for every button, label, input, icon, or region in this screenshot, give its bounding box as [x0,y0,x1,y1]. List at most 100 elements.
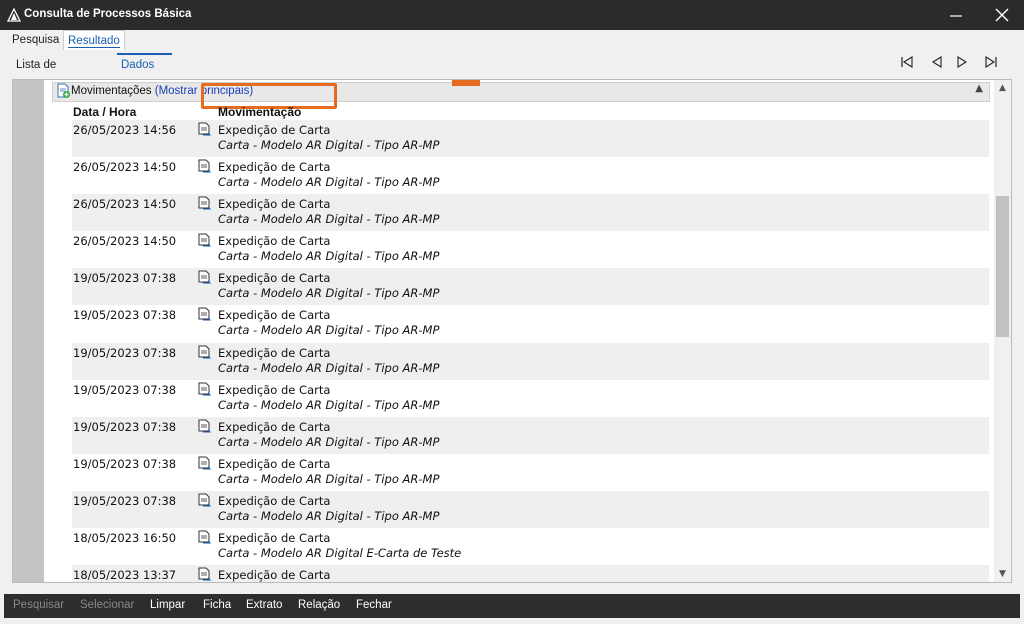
record-navigation [900,55,1010,71]
column-header-movement: Movimentação [218,105,302,119]
window-title: Consulta de Processos Básica [24,8,192,20]
movement-description: Carta - Modelo AR Digital - Tipo AR-MP [218,286,440,301]
movement-row[interactable]: 19/05/2023 07:38 Expedição de Carta Carta … [72,416,989,454]
movement-date: 19/05/2023 07:38 [73,345,177,360]
fechar-button[interactable]: Fechar [356,599,392,611]
movement-title: Expedição de Carta [218,382,331,397]
movement-description: Carta - Modelo AR Digital - Tipo AR-MP [218,434,440,449]
movement-description: Carta - Modelo AR Digital - Tipo AR-MP [218,212,440,227]
movement-row[interactable]: 19/05/2023 07:38 Expedição de Carta Carta … [72,454,989,491]
selecionar-button[interactable]: Selecionar [80,599,134,611]
movement-title: Expedição de Carta [218,493,331,508]
movement-description: Carta - Modelo AR Digital - Tipo AR-MP [218,323,440,338]
movement-title: Expedição de Carta [218,160,331,175]
movement-row[interactable]: 26/05/2023 14:50 Expedição de Carta Carta … [72,157,989,194]
movements-section-header: Movimentações (Mostrar principais) 1 ▲ [52,80,990,109]
document-add-icon [57,83,70,98]
movement-description: Carta - Modelo AR Digital - Tipo AR-MP [218,249,440,264]
document-icon[interactable] [197,530,211,544]
movements-label: Movimentações [71,85,152,97]
close-icon[interactable] [990,6,1014,26]
movement-title: Expedição de Carta [218,123,331,137]
movement-row[interactable]: 19/05/2023 07:38 Expedição de Carta Carta … [72,490,989,529]
document-icon[interactable] [197,233,211,247]
minimize-icon[interactable] [944,6,968,26]
movement-description: Carta - Modelo AR Digital - Tipo AR-MP [218,175,440,190]
movement-description: Carta - Modelo AR Digital - Tipo AR-MP [218,397,440,412]
tab-resultado-label: Resultado [68,35,120,48]
movement-title: Expedição de Carta [218,197,331,212]
movement-row[interactable]: 26/05/2023 14:56 Expedição de Carta Carta … [72,120,989,158]
movements-content: Movimentações (Mostrar principais) 1 ▲ D… [44,80,994,582]
movement-date: 26/05/2023 14:56 [73,123,177,137]
collapse-section-icon[interactable]: ▲ [975,83,983,94]
movement-title: Expedição de Carta [218,456,331,471]
pesquisar-button[interactable]: Pesquisar [13,599,64,611]
movement-date: 19/05/2023 07:38 [73,382,177,397]
callout-badge: 1 [452,80,480,86]
movement-description: Carta - Modelo AR Digital E-Carta de Tes… [218,546,462,561]
process-details-panel: Movimentações (Mostrar principais) 1 ▲ D… [12,79,1012,583]
tab-dados-do-processo[interactable]: Dados do processo [117,53,172,111]
movement-row[interactable]: 19/05/2023 07:38 Expedição de Carta Carta … [72,342,989,380]
app-logo-icon [7,8,21,22]
tab-pesquisa[interactable]: Pesquisa [8,30,63,49]
movement-row[interactable]: 26/05/2023 14:50 Expedição de Carta Carta … [72,194,989,232]
scroll-up-icon[interactable]: ▲ [997,83,1008,93]
relacao-button[interactable]: Relação [298,599,340,611]
last-record-icon[interactable] [984,55,998,69]
document-icon[interactable] [197,345,211,359]
movement-date: 18/05/2023 16:50 [73,531,177,546]
document-icon[interactable] [197,382,211,396]
movement-row[interactable]: 18/05/2023 13:37 Expedição de Carta [72,565,989,582]
movement-date: 19/05/2023 07:38 [73,419,177,434]
scrollbar-thumb[interactable] [996,196,1009,337]
movement-title: Expedição de Carta [218,234,331,249]
movement-row[interactable]: 18/05/2023 16:50 Expedição de Carta Carta … [72,528,989,565]
document-icon[interactable] [197,159,211,173]
movement-date: 19/05/2023 07:38 [73,456,177,471]
movement-date: 19/05/2023 07:38 [73,493,177,508]
scroll-down-icon[interactable]: ▼ [997,569,1008,579]
movement-title: Expedição de Carta [218,419,331,434]
first-record-icon[interactable] [900,55,914,69]
movement-description: Carta - Modelo AR Digital - Tipo AR-MP [218,508,440,523]
previous-record-icon[interactable] [930,55,944,69]
movement-row[interactable]: 19/05/2023 07:38 Expedição de Carta Carta … [72,268,989,306]
document-icon[interactable] [197,122,211,136]
column-header-date: Data / Hora [73,105,137,119]
movement-date: 18/05/2023 13:37 [73,568,177,582]
document-icon[interactable] [197,567,211,581]
movement-title: Expedição de Carta [218,271,331,286]
vertical-scrollbar[interactable]: ▲ ▼ [994,80,1011,582]
movement-date: 26/05/2023 14:50 [73,234,177,249]
limpar-button[interactable]: Limpar [150,599,185,611]
movement-description: Carta - Modelo AR Digital - Tipo AR-MP [218,138,440,152]
document-icon[interactable] [197,456,211,470]
title-bar: Consulta de Processos Básica [0,0,1024,30]
ficha-button[interactable]: Ficha [203,599,231,611]
tab-resultado[interactable]: Resultado [63,30,125,50]
movement-title: Expedição de Carta [218,531,331,546]
bottom-toolbar: Pesquisar Selecionar Limpar Ficha Extrato Rel… [4,594,1020,618]
movement-date: 19/05/2023 07:38 [73,271,177,286]
next-record-icon[interactable] [955,55,969,69]
movement-row[interactable]: 26/05/2023 14:50 Expedição de Carta Carta … [72,231,989,268]
movement-description: Carta - Modelo AR Digital - Tipo AR-MP [218,360,440,375]
document-icon[interactable] [197,493,211,507]
movement-row[interactable]: 19/05/2023 07:38 Expedição de Carta Carta … [72,305,989,342]
movement-date: 26/05/2023 14:50 [73,197,177,212]
extrato-button[interactable]: Extrato [246,599,282,611]
movement-row[interactable]: 19/05/2023 07:38 Expedição de Carta Carta … [72,380,989,417]
left-gutter [13,80,44,582]
movement-date: 26/05/2023 14:50 [73,160,177,175]
document-icon[interactable] [197,307,211,321]
document-icon[interactable] [197,270,211,284]
movement-title: Expedição de Carta [218,308,331,323]
movements-list: 26/05/2023 14:56 Expedição de Carta Carta … [72,120,989,582]
movement-title: Expedição de Carta [218,345,331,360]
document-icon[interactable] [197,196,211,210]
movement-title: Expedição de Carta [218,568,331,582]
document-icon[interactable] [197,419,211,433]
tab-lista-de-processos[interactable]: Lista de processos [16,55,68,91]
